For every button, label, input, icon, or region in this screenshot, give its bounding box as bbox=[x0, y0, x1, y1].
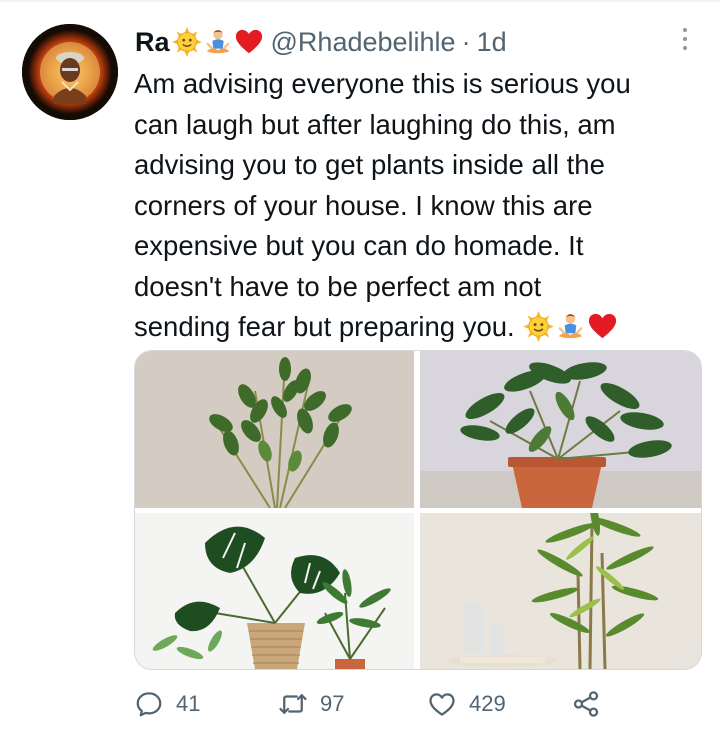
tweet-text-line: sending fear but preparing you. bbox=[134, 311, 515, 342]
tweet-text-line: Am advising everyone this is serious you bbox=[134, 68, 631, 99]
tweet-text: Am advising everyone this is serious you… bbox=[134, 64, 694, 348]
person-in-lotus-position-icon bbox=[206, 29, 229, 54]
more-options-icon[interactable] bbox=[672, 26, 698, 52]
media-image-3[interactable] bbox=[135, 513, 414, 669]
sun-with-face-icon bbox=[171, 27, 202, 57]
text-end-emojis bbox=[522, 311, 619, 342]
media-image-2[interactable] bbox=[420, 351, 701, 508]
reply-icon bbox=[136, 692, 162, 717]
monstera-and-palm-group-photo bbox=[135, 513, 414, 669]
timestamp[interactable]: 1d bbox=[477, 27, 507, 58]
reply-button[interactable]: 41 bbox=[134, 684, 200, 724]
tweet-text-last-line: sending fear but preparing you. bbox=[134, 307, 694, 348]
media-image-1[interactable] bbox=[135, 351, 414, 508]
person-in-lotus-position-icon bbox=[558, 313, 583, 339]
tweet-text-line: expensive but you can do homade. It bbox=[134, 230, 584, 261]
media-image-4[interactable] bbox=[420, 513, 701, 669]
dracaena-stalk-plant-photo bbox=[420, 513, 701, 669]
like-button[interactable]: 429 bbox=[427, 684, 506, 724]
divider bbox=[0, 0, 720, 2]
retweet-count: 97 bbox=[320, 691, 345, 716]
heart-outline-icon bbox=[429, 693, 455, 716]
user-handle[interactable]: @Rhadebelihle bbox=[271, 27, 456, 58]
media-grid bbox=[134, 350, 702, 670]
red-heart-icon bbox=[235, 29, 262, 54]
tweet-text-line: can laugh but after laughing do this, am bbox=[134, 108, 616, 140]
action-bar: 41 97 429 bbox=[134, 684, 614, 724]
umbrella-plant-in-terracotta-pot-photo bbox=[420, 351, 701, 508]
red-heart-icon bbox=[588, 313, 616, 339]
reply-count: 41 bbox=[176, 691, 201, 716]
share-icon bbox=[573, 691, 599, 717]
display-name[interactable]: Ra bbox=[135, 27, 170, 58]
like-count: 429 bbox=[469, 691, 506, 716]
sun-with-face-icon bbox=[522, 311, 554, 342]
retweet-icon bbox=[279, 694, 307, 714]
share-button[interactable] bbox=[571, 684, 601, 724]
name-emojis bbox=[171, 27, 265, 57]
separator-dot: · bbox=[461, 26, 471, 57]
tweet-text-line: advising you to get plants inside all th… bbox=[134, 149, 605, 180]
tweet-header: Ra @Rhadebelihle · 1d bbox=[135, 24, 507, 60]
avatar-image bbox=[22, 24, 118, 120]
tweet-text-line: corners of your house. I know this are bbox=[134, 189, 593, 221]
retweet-button[interactable]: 97 bbox=[278, 684, 344, 724]
avatar[interactable] bbox=[22, 24, 118, 120]
tweet-card[interactable]: Ra @Rhadebelihle · 1d Am advising everyo… bbox=[0, 0, 720, 738]
tweet-text-line: doesn't have to be perfect am not bbox=[134, 270, 542, 302]
zz-plant-photo bbox=[135, 351, 414, 508]
